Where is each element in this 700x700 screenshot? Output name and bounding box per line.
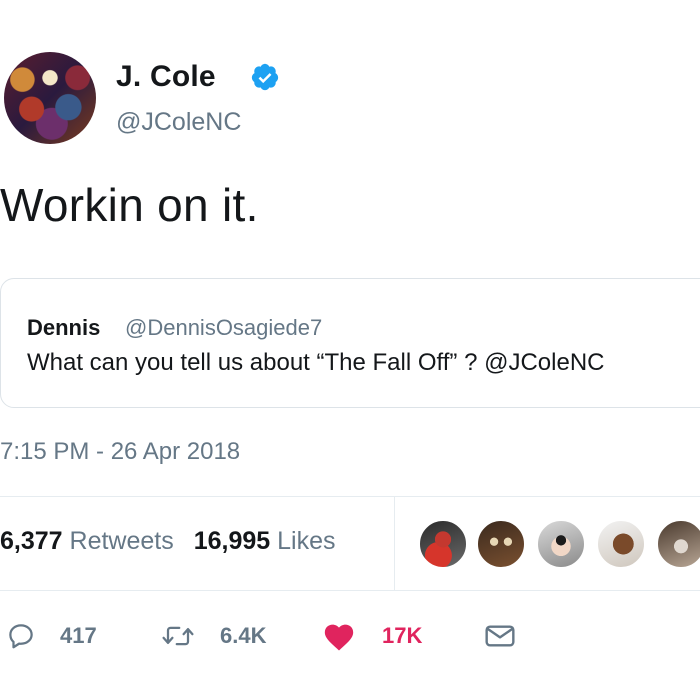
verified-badge-icon: [251, 63, 279, 91]
retweets-label: Retweets: [69, 527, 174, 555]
liker-avatar[interactable]: [596, 519, 646, 569]
author-handle[interactable]: @JColeNC: [116, 108, 241, 137]
likes-count: 16,995: [193, 527, 271, 555]
tweet-timestamp[interactable]: 7:15 PM - 26 Apr 2018: [0, 438, 240, 466]
divider: [394, 497, 395, 590]
retweet-button[interactable]: 6.4K: [160, 612, 266, 660]
retweets-count: 6,377: [0, 527, 63, 555]
quoted-author-handle: @DennisOsagiede7: [125, 315, 323, 340]
like-button[interactable]: 17K: [322, 612, 422, 660]
liker-avatar[interactable]: [536, 519, 586, 569]
quoted-tweet-card[interactable]: Dennis @DennisOsagiede7 What can you tel…: [0, 278, 700, 408]
retweet-icon: [162, 626, 194, 646]
envelope-icon: [485, 625, 515, 647]
liker-avatar[interactable]: [418, 519, 468, 569]
likes-stat[interactable]: 16,995 Likes: [194, 527, 336, 555]
liker-avatar[interactable]: [476, 519, 526, 569]
engagement-stats: 6,377 Retweets 16,995 Likes: [0, 527, 336, 556]
tweet-actions-bar: 417 6.4K 17K: [0, 612, 700, 660]
liker-avatar[interactable]: [656, 519, 700, 569]
author-name[interactable]: J. Cole: [116, 60, 216, 94]
likes-label: Likes: [277, 527, 336, 555]
divider: [0, 496, 700, 497]
retweets-stat[interactable]: 6,377 Retweets: [0, 527, 174, 555]
quoted-tweet-text: What can you tell us about “The Fall Off…: [27, 349, 605, 376]
author-avatar[interactable]: [4, 52, 96, 144]
divider: [0, 590, 700, 591]
retweet-count: 6.4K: [220, 623, 267, 648]
reply-count: 417: [60, 623, 97, 648]
heart-icon: [324, 624, 354, 651]
direct-message-button[interactable]: [484, 612, 516, 660]
reply-button[interactable]: 417: [6, 612, 97, 660]
like-count: 17K: [382, 623, 423, 648]
reply-icon: [9, 624, 33, 649]
tweet-text: Workin on it.: [0, 179, 259, 231]
quoted-author-name: Dennis: [27, 315, 101, 340]
